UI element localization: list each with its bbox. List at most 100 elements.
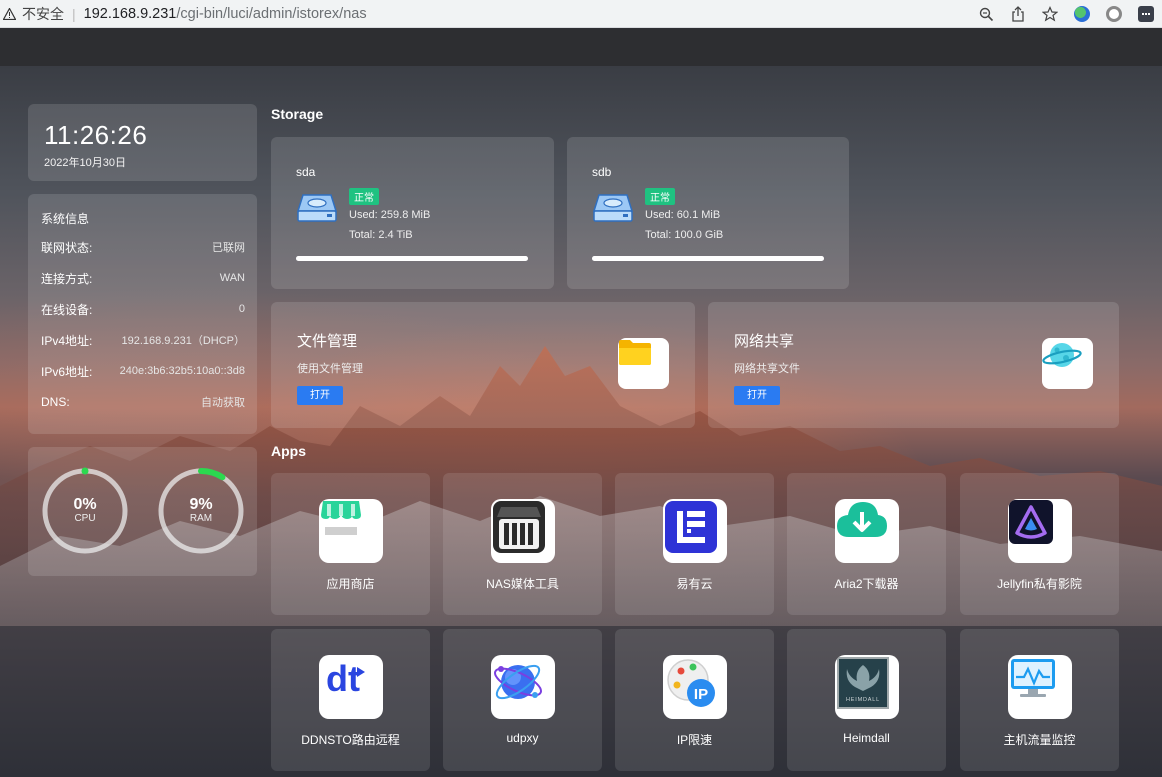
sysinfo-row-connection: 连接方式: WAN bbox=[41, 270, 245, 286]
store-icon bbox=[319, 499, 383, 563]
extension-ring-icon[interactable] bbox=[1098, 0, 1130, 28]
status-badge: 正常 bbox=[645, 188, 675, 205]
resource-gauge-card: 0% CPU 9% RAM bbox=[28, 447, 257, 576]
clock-time: 11:26:26 bbox=[44, 120, 148, 150]
cpu-gauge: 0% CPU bbox=[40, 466, 130, 556]
browser-address-bar[interactable]: 不安全 | 192.168.9.231/cgi-bin/luci/admin/i… bbox=[0, 0, 1162, 28]
heimdall-icon-text: HEIMDALL bbox=[846, 697, 880, 703]
sysinfo-key: 在线设备: bbox=[41, 302, 93, 317]
sysinfo-value: 自动获取 bbox=[201, 397, 245, 409]
app-label: IP限速 bbox=[676, 733, 713, 747]
sysinfo-value: 192.168.9.231（DHCP） bbox=[121, 335, 245, 347]
ip-limit-icon-text: IP bbox=[694, 686, 708, 703]
insecure-label[interactable]: 不安全 bbox=[22, 4, 64, 24]
bookmark-star-icon[interactable] bbox=[1034, 0, 1066, 28]
app-label: udpxy bbox=[506, 731, 539, 745]
network-share-open-button[interactable]: 打开 bbox=[734, 386, 780, 405]
app-tile-nas-media[interactable]: NAS媒体工具 bbox=[443, 473, 602, 615]
clock-date: 2022年10月30日 bbox=[44, 157, 126, 169]
ram-gauge: 9% RAM bbox=[156, 466, 246, 556]
network-share-subtitle: 网络共享文件 bbox=[734, 363, 800, 375]
sysinfo-key: IPv6地址: bbox=[41, 364, 93, 379]
disk-usage-bar bbox=[592, 256, 824, 261]
ip-limit-icon: IP bbox=[663, 655, 727, 719]
app-tile-store[interactable]: 应用商店 bbox=[271, 473, 430, 615]
sysinfo-key: 联网状态: bbox=[41, 240, 93, 255]
sysinfo-row-devices: 在线设备: 0 bbox=[41, 301, 245, 317]
app-top-bar bbox=[0, 29, 1162, 66]
system-info-title: 系统信息 bbox=[41, 212, 90, 226]
disk-usage-fill bbox=[592, 256, 824, 261]
sysinfo-row-dns: DNS: 自动获取 bbox=[41, 394, 245, 410]
app-tile-heimdall[interactable]: HEIMDALL Heimdall bbox=[787, 629, 946, 771]
app-tile-udpxy[interactable]: udpxy bbox=[443, 629, 602, 771]
system-info-card: 系统信息 联网状态: 已联网 连接方式: WAN 在线设备: 0 IPv4地址: 192… bbox=[28, 194, 257, 434]
sysinfo-value: 已联网 bbox=[212, 242, 245, 254]
network-share-card: 网络共享 网络共享文件 打开 bbox=[708, 302, 1119, 428]
extension-globe-icon[interactable] bbox=[1066, 0, 1098, 28]
file-manager-card: 文件管理 使用文件管理 打开 bbox=[271, 302, 695, 428]
url-text[interactable]: 192.168.9.231/cgi-bin/luci/admin/istorex… bbox=[84, 6, 367, 22]
sysinfo-row-ipv6: IPv6地址: 240e:3b6:32b5:10a0::3d8 bbox=[41, 363, 245, 379]
storage-section-title: Storage bbox=[271, 106, 324, 122]
disk-name: sda bbox=[296, 165, 316, 179]
app-tile-aria2[interactable]: Aria2下载器 bbox=[787, 473, 946, 615]
file-manager-open-button[interactable]: 打开 bbox=[297, 386, 343, 405]
clock-card: 11:26:26 2022年10月30日 bbox=[28, 104, 257, 181]
disk-name: sdb bbox=[592, 165, 612, 179]
sysinfo-row-network: 联网状态: 已联网 bbox=[41, 239, 245, 255]
ram-value: 9% bbox=[189, 496, 213, 513]
planet-icon[interactable] bbox=[1042, 338, 1093, 389]
app-tile-jellyfin[interactable]: Jellyfin私有影院 bbox=[960, 473, 1119, 615]
status-badge: 正常 bbox=[349, 188, 379, 205]
url-path: /cgi-bin/luci/admin/istorex/nas bbox=[176, 5, 367, 22]
app-tile-host-traffic[interactable]: 主机流量监控 bbox=[960, 629, 1119, 771]
file-manager-subtitle: 使用文件管理 bbox=[297, 363, 363, 375]
disk-usage-bar bbox=[296, 256, 528, 261]
sysinfo-value: 0 bbox=[238, 303, 245, 315]
udpxy-globe-icon bbox=[491, 655, 555, 719]
warning-icon[interactable] bbox=[2, 7, 16, 21]
ddnsto-icon-text: dt bbox=[326, 658, 360, 699]
browser-toolbar bbox=[970, 0, 1162, 28]
network-share-title: 网络共享 bbox=[734, 333, 795, 350]
sysinfo-value: 240e:3b6:32b5:10a0::3d8 bbox=[119, 365, 245, 377]
cpu-label: CPU bbox=[74, 513, 96, 524]
disk-total: Total: 2.4 TiB bbox=[349, 229, 413, 241]
disk-usage-fill bbox=[296, 256, 528, 261]
disk-used: Used: 60.1 MiB bbox=[645, 209, 721, 221]
ram-label: RAM bbox=[189, 513, 213, 524]
app-tile-ip-limit[interactable]: IP IP限速 bbox=[615, 629, 774, 771]
folder-icon[interactable] bbox=[618, 338, 669, 389]
sysinfo-row-ipv4: IPv4地址: 192.168.9.231（DHCP） bbox=[41, 332, 245, 348]
zoom-icon[interactable] bbox=[970, 0, 1002, 28]
app-label: Jellyfin私有影院 bbox=[997, 577, 1082, 591]
linkease-icon bbox=[663, 499, 727, 563]
url-host: 192.168.9.231 bbox=[83, 5, 177, 22]
file-manager-title: 文件管理 bbox=[297, 333, 358, 350]
app-label: 应用商店 bbox=[326, 577, 375, 591]
disk-used: Used: 259.8 MiB bbox=[349, 209, 431, 221]
nas-media-icon bbox=[491, 499, 555, 563]
app-tile-linkease[interactable]: 易有云 bbox=[615, 473, 774, 615]
apps-section-title: Apps bbox=[271, 443, 306, 459]
app-tile-ddnsto[interactable]: dt DDNSTO路由远程 bbox=[271, 629, 430, 771]
share-icon[interactable] bbox=[1002, 0, 1034, 28]
disk-card-sdb[interactable]: sdb 正常 Used: 60.1 MiB Total: 100.0 GiB bbox=[567, 137, 849, 289]
cloud-download-icon bbox=[835, 499, 899, 563]
sysinfo-key: IPv4地址: bbox=[41, 333, 93, 348]
background-wallpaper: 11:26:26 2022年10月30日 系统信息 联网状态: 已联网 连接方式:… bbox=[0, 66, 1162, 777]
jellyfin-icon bbox=[1008, 499, 1072, 563]
app-label: 主机流量监控 bbox=[1003, 733, 1076, 747]
cpu-value: 0% bbox=[73, 496, 97, 513]
traffic-monitor-icon bbox=[1008, 655, 1072, 719]
heimdall-icon: HEIMDALL bbox=[835, 655, 899, 719]
app-label: Aria2下载器 bbox=[834, 577, 899, 591]
disk-total: Total: 100.0 GiB bbox=[645, 229, 724, 241]
disk-card-sda[interactable]: sda 正常 Used: 259.8 MiB Total: 2.4 TiB bbox=[271, 137, 554, 289]
app-label: DDNSTO路由远程 bbox=[301, 733, 400, 747]
sysinfo-key: 连接方式: bbox=[41, 271, 93, 286]
sysinfo-value: WAN bbox=[219, 272, 245, 284]
extension-menu-icon[interactable] bbox=[1130, 0, 1162, 28]
app-label: 易有云 bbox=[676, 577, 713, 591]
